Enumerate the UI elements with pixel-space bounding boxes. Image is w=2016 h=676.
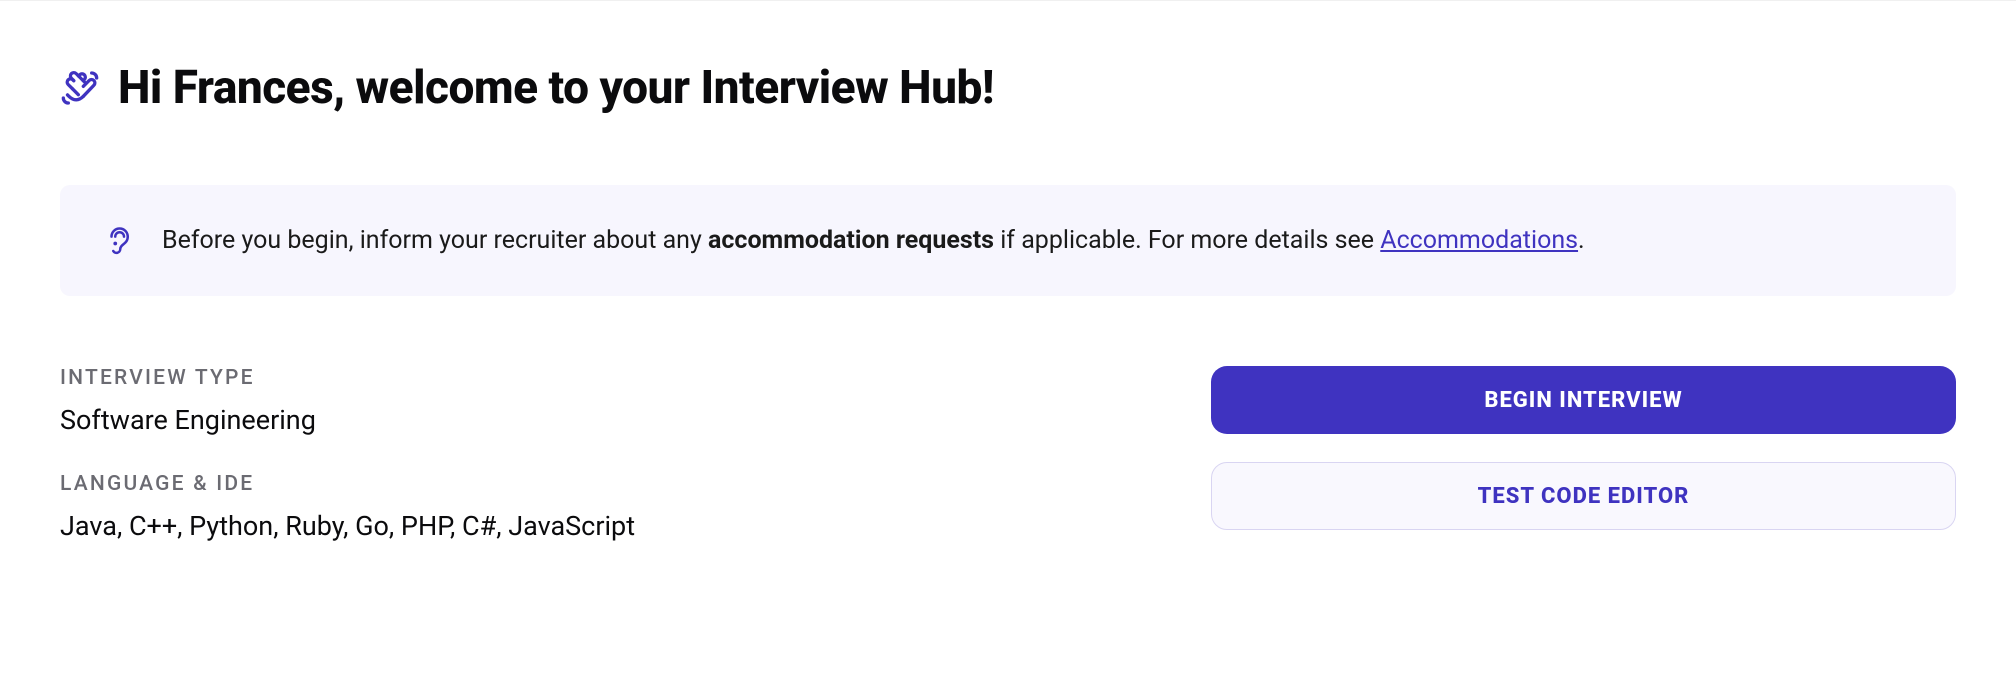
- interview-type-label: INTERVIEW TYPE: [60, 366, 1171, 390]
- language-ide-label: LANGUAGE & IDE: [60, 472, 1171, 496]
- notice-text-after: .: [1578, 226, 1585, 255]
- begin-interview-button[interactable]: BEGIN INTERVIEW: [1211, 366, 1956, 434]
- notice-text-before: Before you begin, inform your recruiter …: [162, 226, 708, 255]
- notice-text-mid: if applicable. For more details see: [994, 226, 1380, 255]
- wave-icon: [60, 68, 100, 108]
- interview-hub-panel: Hi Frances, welcome to your Interview Hu…: [60, 61, 1956, 542]
- accommodations-notice: Before you begin, inform your recruiter …: [60, 185, 1956, 296]
- notice-text-bold: accommodation requests: [708, 226, 994, 255]
- notice-text: Before you begin, inform your recruiter …: [162, 223, 1585, 258]
- action-buttons: BEGIN INTERVIEW TEST CODE EDITOR: [1211, 366, 1956, 530]
- interview-type-value: Software Engineering: [60, 404, 1171, 436]
- page-header: Hi Frances, welcome to your Interview Hu…: [60, 61, 1956, 115]
- accommodations-link[interactable]: Accommodations: [1380, 226, 1578, 255]
- language-ide-value: Java, C++, Python, Ruby, Go, PHP, C#, Ja…: [60, 510, 1171, 542]
- test-code-editor-button[interactable]: TEST CODE EDITOR: [1211, 462, 1956, 530]
- interview-details: INTERVIEW TYPE Software Engineering LANG…: [60, 366, 1171, 542]
- hearing-icon: [104, 226, 134, 256]
- details-row: INTERVIEW TYPE Software Engineering LANG…: [60, 366, 1956, 542]
- page-title: Hi Frances, welcome to your Interview Hu…: [118, 61, 994, 115]
